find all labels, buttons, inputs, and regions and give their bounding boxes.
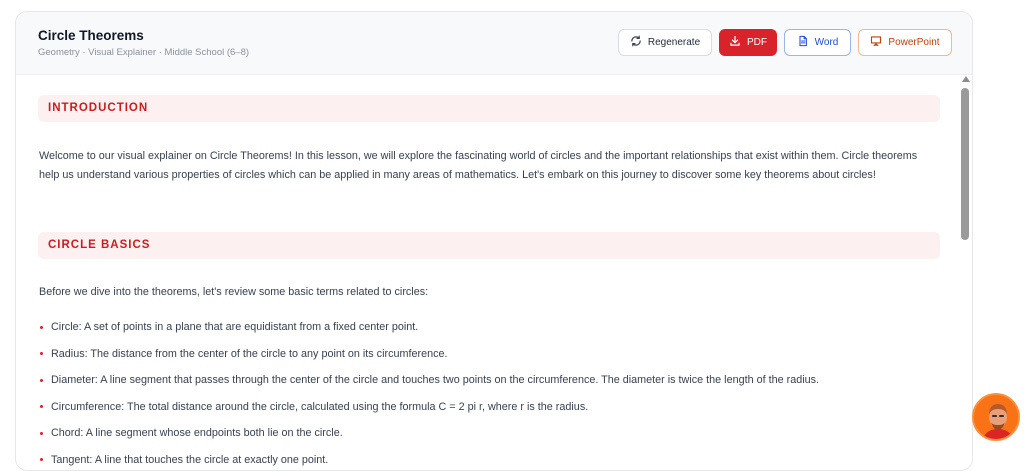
list-item: Tangent: A line that touches the circle … — [39, 447, 939, 471]
section-heading-circle-basics: CIRCLE BASICS — [38, 232, 940, 259]
list-item-text: Radius: The distance from the center of … — [51, 341, 447, 368]
bullet-marker — [40, 326, 43, 329]
powerpoint-label: PowerPoint — [888, 37, 939, 48]
list-item-text: Diameter: A line segment that passes thr… — [51, 367, 819, 394]
bullet-marker — [40, 432, 43, 435]
explainer-content[interactable]: INTRODUCTION Welcome to our visual expla… — [16, 76, 962, 471]
document-icon — [797, 35, 809, 50]
pdf-label: PDF — [747, 37, 767, 48]
list-item: Chord: A line segment whose endpoints bo… — [39, 420, 939, 447]
word-button[interactable]: Word — [784, 29, 851, 56]
list-item: Radius: The distance from the center of … — [39, 341, 939, 368]
page-title: Circle Theorems — [38, 28, 144, 43]
word-label: Word — [815, 37, 839, 48]
list-item-text: Tangent: A line that touches the circle … — [51, 447, 328, 471]
list-item: Circle: A set of points in a plane that … — [39, 314, 939, 341]
bullet-marker — [40, 352, 43, 355]
person-avatar-icon — [974, 395, 1020, 441]
content-scrollbar[interactable] — [958, 74, 972, 464]
pdf-button[interactable]: PDF — [719, 29, 777, 56]
list-item: Circumference: The total distance around… — [39, 394, 939, 421]
scrollbar-thumb[interactable] — [961, 88, 969, 240]
circle-basics-paragraph: Before we dive into the theorems, let's … — [39, 283, 939, 302]
page-subtitle: Geometry · Visual Explainer · Middle Sch… — [38, 47, 249, 58]
download-icon — [729, 35, 741, 50]
list-item-text: Circle: A set of points in a plane that … — [51, 314, 418, 341]
list-item-text: Circumference: The total distance around… — [51, 394, 588, 421]
regenerate-label: Regenerate — [648, 37, 700, 48]
circle-terms-list: Circle: A set of points in a plane that … — [39, 314, 939, 471]
explainer-card: Circle Theorems Geometry · Visual Explai… — [15, 11, 973, 471]
presentation-icon — [870, 35, 882, 50]
introduction-paragraph: Welcome to our visual explainer on Circl… — [39, 147, 939, 185]
bullet-marker — [40, 458, 43, 461]
list-item-text: Chord: A line segment whose endpoints bo… — [51, 420, 343, 447]
export-actions: Regenerate PDF Word — [618, 29, 952, 56]
bullet-marker — [40, 379, 43, 382]
card-header: Circle Theorems Geometry · Visual Explai… — [16, 12, 972, 75]
regenerate-button[interactable]: Regenerate — [618, 29, 712, 56]
powerpoint-button[interactable]: PowerPoint — [858, 29, 952, 56]
section-heading-introduction: INTRODUCTION — [38, 95, 940, 122]
assistant-avatar[interactable] — [972, 393, 1020, 441]
list-item: Diameter: A line segment that passes thr… — [39, 367, 939, 394]
bullet-marker — [40, 405, 43, 408]
scroll-up-arrow-icon[interactable] — [962, 76, 970, 82]
refresh-icon — [630, 35, 642, 50]
